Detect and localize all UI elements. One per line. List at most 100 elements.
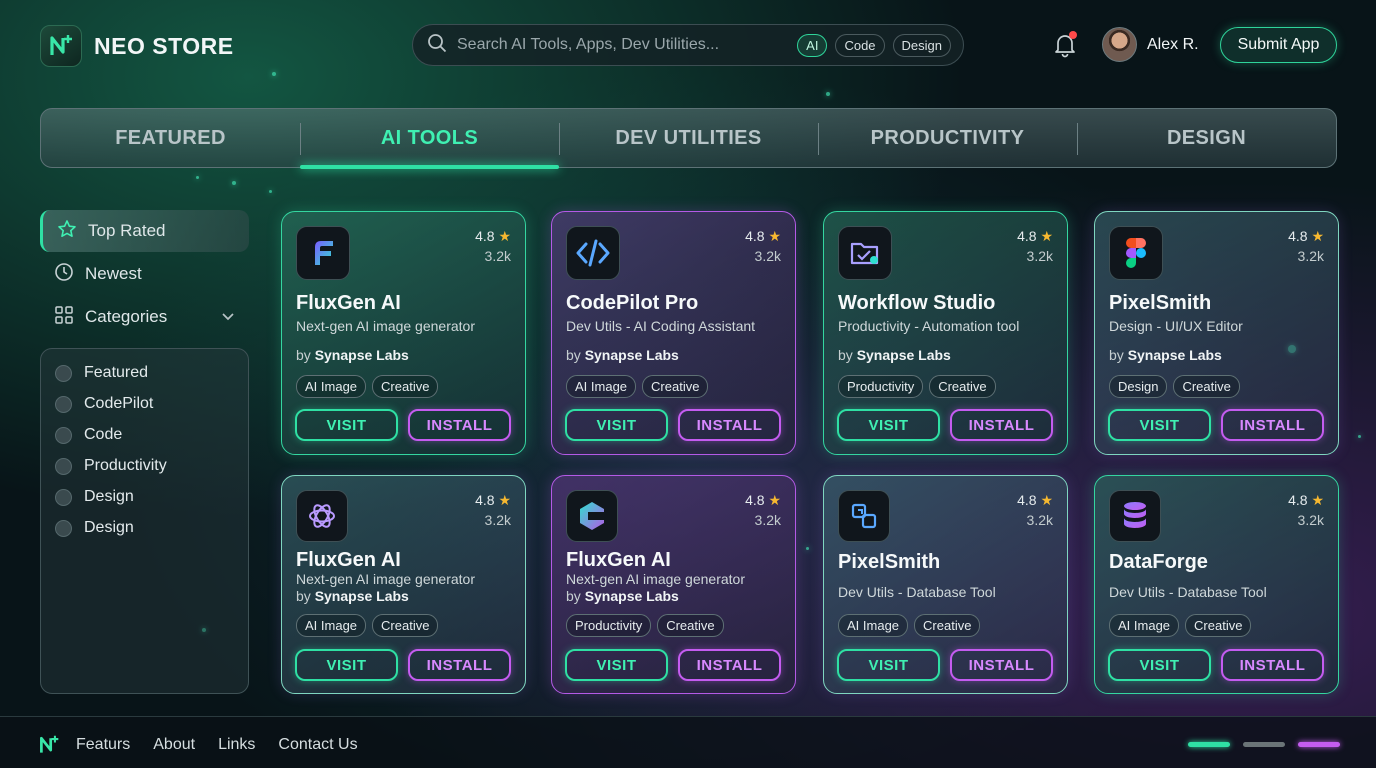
filter-option[interactable]: Featured xyxy=(55,364,148,382)
app-publisher: by Synapse Labs xyxy=(296,588,409,604)
page-indicator xyxy=(1188,742,1340,747)
tag[interactable]: Creative xyxy=(1185,614,1252,637)
app-title: PixelSmith xyxy=(838,551,941,573)
install-button[interactable]: INSTALL xyxy=(950,649,1053,681)
tag[interactable]: Design xyxy=(1109,375,1168,398)
visit-button[interactable]: VISIT xyxy=(565,649,668,681)
sparkle-dot xyxy=(826,92,830,96)
filter-option[interactable]: CodePilot xyxy=(55,395,153,413)
radio-button[interactable] xyxy=(55,364,72,382)
sidebar-item-categories[interactable]: Categories xyxy=(40,296,249,338)
search-input[interactable] xyxy=(457,36,790,54)
footer-link-about[interactable]: About xyxy=(153,736,195,754)
tab-ai-tools[interactable]: AI TOOLS xyxy=(300,109,559,169)
sidebar-item-newest[interactable]: Newest xyxy=(40,253,249,295)
app-card[interactable]: 4.8 ★ 3.2k PixelSmith Dev Utils - Databas… xyxy=(823,475,1068,694)
radio-button[interactable] xyxy=(55,519,72,537)
tag[interactable]: AI Image xyxy=(566,375,637,398)
app-publisher: by Synapse Labs xyxy=(566,347,679,363)
visit-button[interactable]: VISIT xyxy=(1108,409,1211,441)
tag[interactable]: Creative xyxy=(372,614,439,637)
tag-list: AI Image Creative xyxy=(838,614,981,637)
app-card[interactable]: 4.8 ★ 3.2k FluxGen AI Next-gen AI image g… xyxy=(551,475,796,694)
tab-featured[interactable]: FEATURED xyxy=(41,109,300,167)
tab-dev-utilities[interactable]: DEV UTILITIES xyxy=(559,109,818,167)
radio-button[interactable] xyxy=(55,488,72,506)
tag[interactable]: Creative xyxy=(657,614,724,637)
star-icon: ★ xyxy=(1311,492,1324,508)
tag[interactable]: Creative xyxy=(1173,375,1240,398)
page-dot[interactable] xyxy=(1243,742,1285,747)
page-dot[interactable] xyxy=(1298,742,1340,747)
app-logo[interactable]: NEO STORE xyxy=(40,25,234,67)
tag[interactable]: Productivity xyxy=(566,614,652,637)
page-dot-active[interactable] xyxy=(1188,742,1230,747)
app-title: DataForge xyxy=(1109,551,1208,573)
tag[interactable]: Creative xyxy=(914,614,981,637)
tag[interactable]: Creative xyxy=(642,375,709,398)
app-card[interactable]: 4.8 ★ 3.2k CodePilot Pro Dev Utils - AI C… xyxy=(551,211,796,455)
tag-list: AI Image Creative xyxy=(1109,614,1252,637)
app-title: PixelSmith xyxy=(1109,292,1212,314)
tag[interactable]: Creative xyxy=(372,375,439,398)
neo-logo-icon[interactable] xyxy=(38,734,60,761)
search-chip-ai[interactable]: AI xyxy=(797,33,828,57)
app-subtitle: Next-gen AI image generator xyxy=(296,318,475,334)
submit-app-button[interactable]: Submit App xyxy=(1220,27,1337,63)
install-button[interactable]: INSTALL xyxy=(678,649,781,681)
user-name: Alex R. xyxy=(1147,35,1199,53)
app-card[interactable]: 4.8 ★ 3.2k Workflow Studio Productivity -… xyxy=(823,211,1068,455)
chevron-down-icon[interactable] xyxy=(221,310,235,325)
app-publisher: by Synapse Labs xyxy=(296,347,409,363)
filter-option[interactable]: Productivity xyxy=(55,457,167,475)
tag[interactable]: AI Image xyxy=(296,375,367,398)
search-bar[interactable]: AI Code Design xyxy=(412,24,964,66)
tag[interactable]: Productivity xyxy=(838,375,924,398)
visit-button[interactable]: VISIT xyxy=(837,409,940,441)
rating: 4.8 ★ 3.2k xyxy=(475,228,511,264)
visit-button[interactable]: VISIT xyxy=(1108,649,1211,681)
footer-link-features[interactable]: Featurs xyxy=(76,736,130,754)
app-subtitle: Next-gen AI image generator xyxy=(566,571,745,587)
star-icon: ★ xyxy=(1040,228,1053,244)
sparkle-dot xyxy=(232,181,236,185)
visit-button[interactable]: VISIT xyxy=(295,649,398,681)
tab-design[interactable]: DESIGN xyxy=(1077,109,1336,167)
visit-button[interactable]: VISIT xyxy=(565,409,668,441)
app-card[interactable]: 4.8 ★ 3.2k FluxGen AI Next-gen AI image g… xyxy=(281,475,526,694)
install-button[interactable]: INSTALL xyxy=(1221,649,1324,681)
radio-button[interactable] xyxy=(55,395,72,413)
user-menu[interactable]: Alex R. xyxy=(1102,27,1199,62)
clock-icon xyxy=(54,262,74,287)
footer-link-contact[interactable]: Contact Us xyxy=(278,736,357,754)
radio-button[interactable] xyxy=(55,457,72,475)
filter-option[interactable]: Design xyxy=(55,488,134,506)
filter-option[interactable]: Design xyxy=(55,519,134,537)
footer-link-links[interactable]: Links xyxy=(218,736,255,754)
search-chip-design[interactable]: Design xyxy=(892,33,951,57)
tag[interactable]: AI Image xyxy=(296,614,367,637)
search-chip-code[interactable]: Code xyxy=(835,33,885,57)
radio-button[interactable] xyxy=(55,426,72,444)
tag-list: AI Image Creative xyxy=(296,375,439,398)
install-button[interactable]: INSTALL xyxy=(1221,409,1324,441)
app-card[interactable]: 4.8 ★ 3.2k FluxGen AI Next-gen AI image g… xyxy=(281,211,526,455)
tab-productivity[interactable]: PRODUCTIVITY xyxy=(818,109,1077,167)
app-card[interactable]: 4.8 ★ 3.2k PixelSmith Design - UI/UX Edit… xyxy=(1094,211,1339,455)
install-button[interactable]: INSTALL xyxy=(408,409,511,441)
sidebar-item-top-rated[interactable]: Top Rated xyxy=(40,210,249,252)
app-card[interactable]: 4.8 ★ 3.2k DataForge Dev Utils - Database… xyxy=(1094,475,1339,694)
tag-list: Productivity Creative xyxy=(566,614,724,637)
visit-button[interactable]: VISIT xyxy=(295,409,398,441)
tag[interactable]: AI Image xyxy=(838,614,909,637)
tag-list: AI Image Creative xyxy=(296,614,439,637)
install-button[interactable]: INSTALL xyxy=(950,409,1053,441)
install-button[interactable]: INSTALL xyxy=(678,409,781,441)
tag[interactable]: AI Image xyxy=(1109,614,1180,637)
install-button[interactable]: INSTALL xyxy=(408,649,511,681)
tag[interactable]: Creative xyxy=(929,375,996,398)
grid-icon xyxy=(54,305,74,330)
star-icon xyxy=(57,219,77,244)
filter-option[interactable]: Code xyxy=(55,426,122,444)
visit-button[interactable]: VISIT xyxy=(837,649,940,681)
